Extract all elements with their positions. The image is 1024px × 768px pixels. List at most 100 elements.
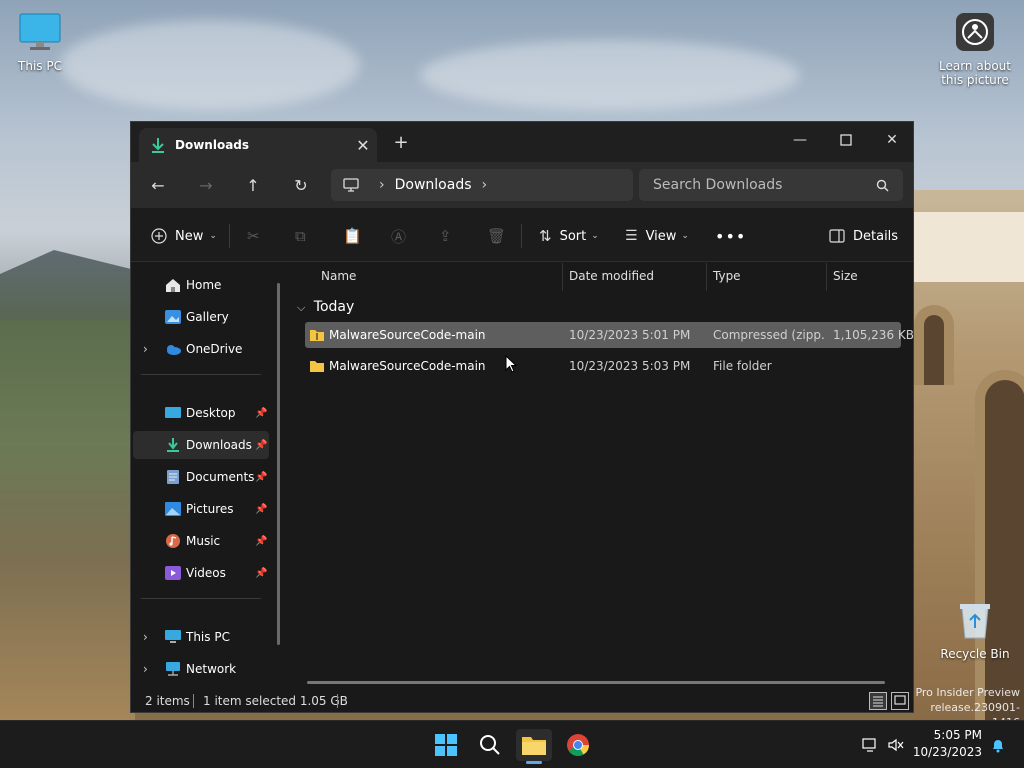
column-divider[interactable] xyxy=(826,263,827,291)
paste-icon[interactable]: 📋 xyxy=(343,222,362,250)
share-icon[interactable]: ⇪ xyxy=(439,222,452,250)
sidebar-item-this-pc[interactable]: › This PC xyxy=(133,623,269,651)
sort-button[interactable]: ⇅ Sort ⌄ xyxy=(539,222,599,250)
sidebar-item-network[interactable]: › Network xyxy=(133,655,269,683)
chevron-down-icon: ⌵ xyxy=(297,301,306,314)
search-icon[interactable] xyxy=(472,729,508,761)
more-options-icon[interactable]: ••• xyxy=(715,222,746,250)
taskbar: 5:05 PM 10/23/2023 xyxy=(0,720,1024,768)
sidebar-item-videos[interactable]: Videos 📌 xyxy=(133,559,269,587)
desktop-icon-recycle-bin[interactable]: Recycle Bin xyxy=(935,600,1015,661)
column-header-size[interactable]: Size xyxy=(833,269,858,283)
search-box[interactable] xyxy=(639,169,903,201)
column-header-name[interactable]: Name xyxy=(321,269,356,283)
sidebar-item-downloads[interactable]: Downloads 📌 xyxy=(133,431,269,459)
pin-icon[interactable]: 📌 xyxy=(255,440,267,451)
chevron-right-icon[interactable]: › xyxy=(379,177,385,193)
column-header-date[interactable]: Date modified xyxy=(569,269,654,283)
pin-icon[interactable]: 📌 xyxy=(255,472,267,483)
tiles-view-icon[interactable] xyxy=(891,692,909,710)
volume-muted-icon[interactable] xyxy=(882,729,910,761)
sidebar-divider xyxy=(141,374,261,375)
sidebar-item-documents[interactable]: Documents 📌 xyxy=(133,463,269,491)
minimize-icon[interactable]: — xyxy=(777,126,823,154)
start-icon[interactable] xyxy=(428,729,464,761)
close-tab-icon[interactable]: ✕ xyxy=(349,136,377,155)
chevron-down-icon: ⌄ xyxy=(209,231,217,241)
network-status-icon[interactable] xyxy=(856,729,884,761)
chevron-right-icon[interactable]: › xyxy=(143,662,148,676)
table-row[interactable]: MalwareSourceCode-main 10/23/2023 5:03 P… xyxy=(305,353,901,379)
sidebar-item-music[interactable]: Music 📌 xyxy=(133,527,269,555)
home-icon xyxy=(166,279,180,292)
chevron-right-icon[interactable]: › xyxy=(143,342,148,356)
tab-downloads[interactable]: Downloads ✕ xyxy=(139,128,377,162)
refresh-icon[interactable]: ↻ xyxy=(286,172,316,198)
status-divider xyxy=(337,694,338,708)
document-icon xyxy=(167,470,179,484)
table-row[interactable]: MalwareSourceCode-main 10/23/2023 5:01 P… xyxy=(305,322,914,348)
pin-icon[interactable]: 📌 xyxy=(255,568,267,579)
new-button[interactable]: New ⌄ xyxy=(151,222,217,250)
chevron-right-icon[interactable]: › xyxy=(482,177,488,193)
details-view-icon[interactable] xyxy=(869,692,887,710)
view-button[interactable]: ☰ View ⌄ xyxy=(625,222,689,250)
up-arrow-icon[interactable]: ↑ xyxy=(238,172,268,198)
cloud-icon xyxy=(167,345,181,355)
mouse-cursor-icon xyxy=(505,355,517,373)
address-bar[interactable]: › Downloads › xyxy=(331,169,633,201)
breadcrumb-downloads[interactable]: Downloads xyxy=(395,177,472,193)
details-button[interactable]: Details xyxy=(829,222,898,250)
pin-icon[interactable]: 📌 xyxy=(255,504,267,515)
delete-icon[interactable]: 🗑 xyxy=(487,222,506,250)
sidebar-item-label: Gallery xyxy=(186,310,229,324)
column-header-type[interactable]: Type xyxy=(713,269,741,283)
zip-folder-icon xyxy=(310,330,324,341)
desktop-icon-this-pc[interactable]: This PC xyxy=(0,12,80,73)
notification-bell-icon[interactable] xyxy=(986,729,1010,761)
new-tab-icon[interactable]: + xyxy=(389,132,413,153)
horizontal-scrollbar[interactable] xyxy=(307,681,885,684)
new-label: New xyxy=(175,228,204,244)
pin-icon[interactable]: 📌 xyxy=(255,408,267,419)
column-divider[interactable] xyxy=(562,263,563,291)
desktop-icon-label: Learn about this picture xyxy=(939,59,1011,87)
navigation-bar: ← → ↑ ↻ › Downloads › xyxy=(131,162,913,208)
column-divider[interactable] xyxy=(706,263,707,291)
videos-icon xyxy=(165,566,181,580)
chevron-right-icon[interactable]: › xyxy=(143,630,148,644)
group-header-today[interactable]: ⌵ Today xyxy=(297,299,354,315)
sidebar-item-pictures[interactable]: Pictures 📌 xyxy=(133,495,269,523)
watermark-line: Pro Insider Preview xyxy=(915,686,1020,699)
toolbar-divider xyxy=(521,224,522,248)
pin-icon[interactable]: 📌 xyxy=(255,536,267,547)
sidebar-item-onedrive[interactable]: › OneDrive xyxy=(133,335,269,363)
close-window-icon[interactable]: ✕ xyxy=(869,126,915,154)
sidebar-item-home[interactable]: Home xyxy=(133,271,269,299)
details-pane-icon xyxy=(829,229,845,243)
search-input[interactable] xyxy=(653,177,876,193)
desktop-icon xyxy=(165,407,181,418)
details-label: Details xyxy=(853,228,899,244)
sidebar-item-gallery[interactable]: Gallery xyxy=(133,303,269,331)
rename-icon[interactable]: Ⓐ xyxy=(391,222,406,250)
back-arrow-icon[interactable]: ← xyxy=(143,172,173,198)
copy-icon[interactable]: ⧉ xyxy=(295,222,306,250)
clock[interactable]: 5:05 PM 10/23/2023 xyxy=(910,727,982,761)
file-explorer-icon[interactable] xyxy=(516,729,552,764)
search-icon[interactable] xyxy=(876,179,889,192)
chevron-down-icon: ⌄ xyxy=(591,231,599,241)
maximize-icon[interactable] xyxy=(823,126,869,154)
this-pc-monitor-icon xyxy=(343,178,359,192)
sidebar-scrollbar[interactable] xyxy=(277,283,280,645)
file-name: MalwareSourceCode-main xyxy=(329,359,486,373)
forward-arrow-icon[interactable]: → xyxy=(191,172,221,198)
clock-date: 10/23/2023 xyxy=(912,745,982,759)
sort-arrows-icon: ⇅ xyxy=(539,227,552,245)
monitor-icon xyxy=(165,630,181,643)
chrome-icon[interactable] xyxy=(560,729,596,761)
desktop-icon-learn-picture[interactable]: Learn about this picture xyxy=(935,12,1015,87)
group-label: Today xyxy=(313,299,355,315)
sidebar-item-desktop[interactable]: Desktop 📌 xyxy=(133,399,269,427)
cut-icon[interactable]: ✂ xyxy=(247,222,260,250)
